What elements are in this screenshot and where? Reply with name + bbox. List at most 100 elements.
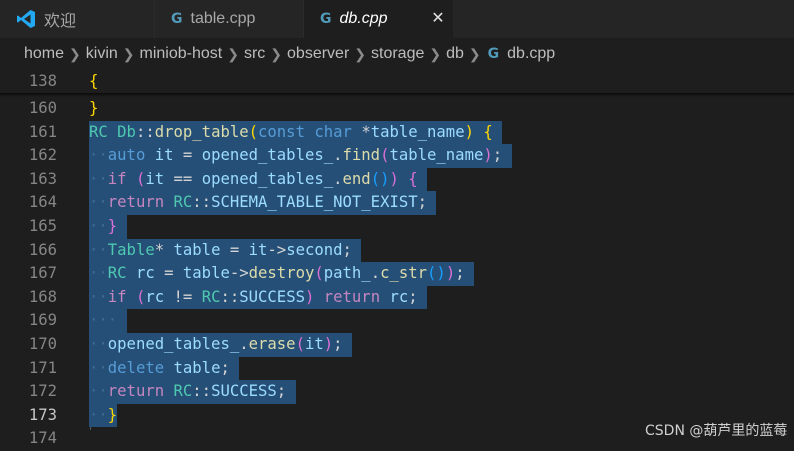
token: SCHEMA_TABLE_NOT_EXIST [211,193,418,212]
token: find [342,146,381,165]
token: RC [89,122,108,141]
chevron-right-icon: ❯ [227,45,239,62]
chevron-right-icon: ❯ [122,45,135,62]
code-line-165[interactable]: 165 ··} [0,215,794,239]
breadcrumb-item[interactable]: db.cpp [507,45,555,63]
token: auto [107,146,146,165]
breadcrumb-item[interactable]: observer [287,45,349,63]
line-number: 173 [28,405,57,424]
code-line-167[interactable]: 167 ··RC rc = table->destroy(path_.c_str… [0,262,794,286]
token: Db [117,122,136,141]
breadcrumb-item[interactable]: src [244,45,265,63]
token: drop_table [154,122,249,141]
code-line-169[interactable]: 169 ··· [0,309,794,333]
selected-code: ··return RC::SUCCESS; [89,380,296,404]
token: erase [248,335,296,353]
code-line-138[interactable]: 138 { [0,70,794,94]
token: Table [107,240,155,259]
selected-code: ··delete table; [89,356,240,381]
breadcrumb-item[interactable]: kivin [86,45,118,63]
token: return [107,382,165,401]
token: char [314,122,352,141]
breadcrumb-item[interactable]: storage [371,45,424,63]
code-line-162[interactable]: 162 ··auto it = opened_tables_.find(tabl… [0,144,794,168]
selected-code: ··if (rc != RC::SUCCESS) return rc; [89,285,428,310]
token: it [248,240,268,259]
chevron-right-icon: ❯ [354,45,366,62]
code-line-160[interactable]: 160 } [0,97,794,121]
token: opened_tables_ [201,146,334,165]
token: it [304,335,324,353]
tab-welcome[interactable]: 欢迎 [0,0,154,38]
token: table [173,240,221,259]
code-line-166[interactable]: 166 ··Table* table = it->second; [0,238,794,263]
line-number: 167 [28,264,57,283]
selected-code: RC Db::drop_table(const char *table_name… [89,120,503,145]
tab-label: 欢迎 [44,13,77,30]
code-line-171[interactable]: 171 ··delete table; [0,356,794,381]
line-number: 138 [28,72,57,90]
tab-table-cpp[interactable]: G table.cpp [155,0,303,38]
selected-code: ··auto it = opened_tables_.find(table_na… [89,144,512,168]
token: RC [173,382,193,401]
token: RC [107,264,127,283]
token: RC [201,287,221,306]
line-number: 169 [28,311,57,330]
vscode-icon [17,10,35,28]
token: return [323,287,381,306]
selected-code: ··return RC::SCHEMA_TABLE_NOT_EXIST; [89,191,437,215]
tab-label: table.cpp [190,10,256,27]
token: it [145,169,165,188]
cpp-file-icon: G [320,11,332,27]
cpp-file-icon: G [487,46,500,62]
token: destroy [248,264,315,283]
watermark: CSDN @葫芦里的蓝莓 [645,423,788,439]
token: table [173,358,221,377]
breadcrumb-item[interactable]: miniob-host [140,45,223,63]
breadcrumb-item[interactable]: db [446,45,464,63]
chevron-right-icon: ❯ [270,45,283,62]
line-number: 162 [28,146,57,165]
tab-bar: 欢迎 G table.cpp G db.cpp ✕ [0,0,794,38]
token: rc [145,287,165,306]
chevron-right-icon: ❯ [69,45,81,62]
line-number: 161 [28,122,57,141]
token: table_name [370,122,465,141]
token: table [182,264,230,283]
line-number: 164 [28,193,57,212]
token: return [107,193,165,212]
line-number: 165 [28,217,57,235]
selected-code: ··· [89,309,127,333]
selected-code: ··if (it == opened_tables_.end()) { [89,167,428,192]
code-line-172[interactable]: 172 ··return RC::SUCCESS; [0,380,794,404]
selected-code: ··Table* table = it->second; [89,238,362,263]
chevron-right-icon: ❯ [468,45,481,62]
cpp-file-icon: G [171,11,183,27]
code-line-161[interactable]: 161 RC Db::drop_table(const char *table_… [0,120,794,145]
token: SUCCESS [239,287,305,306]
token: opened_tables_ [201,169,334,188]
token: rc [389,287,409,306]
token: if [107,287,127,306]
token: second [286,240,343,259]
breadcrumb-item[interactable]: home [24,45,64,63]
close-tab-icon[interactable]: ✕ [428,8,448,28]
chevron-right-icon: ❯ [429,45,442,62]
token: } [89,99,99,117]
code-line-163[interactable]: 163 ··if (it == opened_tables_.end()) { [0,167,794,192]
code-editor[interactable]: 138 { 160 } 161 RC Db::drop_table(const … [0,70,794,447]
code-line-168[interactable]: 168 ··if (rc != RC::SUCCESS) return rc; [0,285,794,310]
token: c_str [380,264,428,283]
line-number: 160 [28,99,57,117]
token: opened_tables_ [107,335,240,353]
tab-label: db.cpp [339,10,388,27]
token: delete [107,358,165,377]
line-number: 172 [28,382,57,401]
selected-code: ··} [89,215,127,239]
code-line-164[interactable]: 164 ··return RC::SCHEMA_TABLE_NOT_EXIST; [0,191,794,215]
token: { [89,72,99,90]
line-number: 174 [28,429,57,448]
line-number: 171 [28,358,57,377]
code-line-170[interactable]: 170 ··opened_tables_.erase(it); [0,333,794,357]
line-number: 166 [28,240,57,259]
